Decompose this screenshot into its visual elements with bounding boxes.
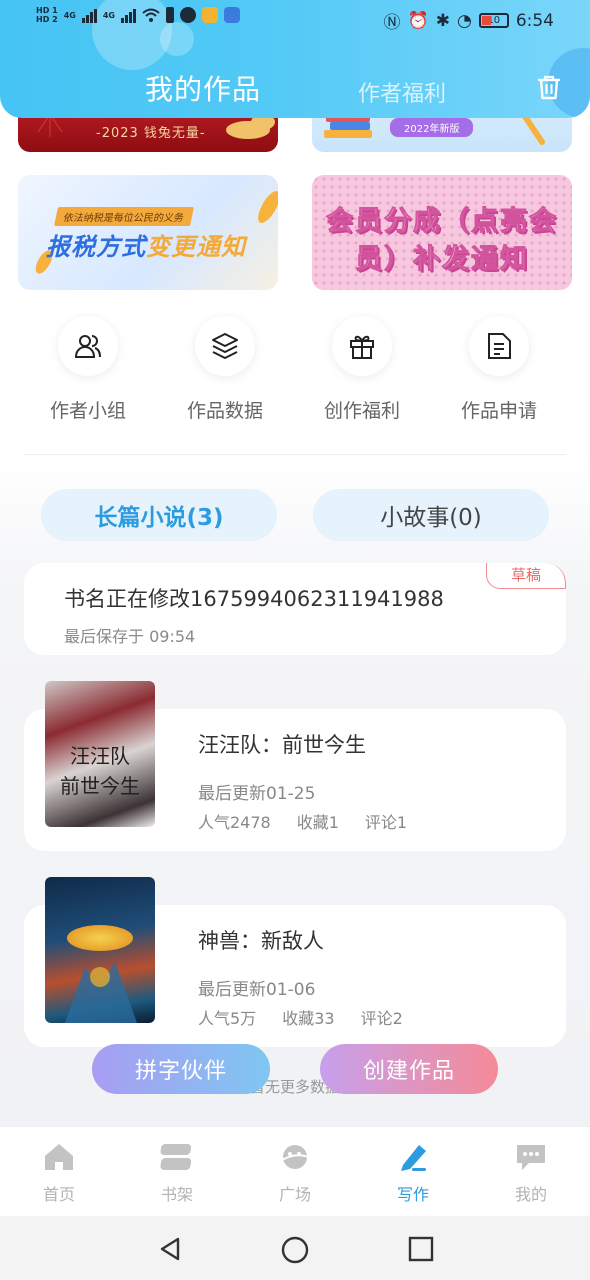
recents-icon[interactable] bbox=[408, 1236, 434, 1262]
novel-cover[interactable] bbox=[45, 877, 155, 1023]
nav-square[interactable]: 广场 bbox=[255, 1141, 335, 1205]
novel-title: 汪汪队：前世今生 bbox=[198, 733, 366, 757]
hd-indicator: HD 1 HD 2 bbox=[36, 6, 58, 24]
status-bar: HD 1 HD 2 4G 4G Ⓝ ⏰ ✱ ◔ 10 6:54 bbox=[0, 0, 590, 42]
wifi-icon bbox=[142, 8, 160, 22]
partner-button[interactable]: 拼字伙伴 bbox=[92, 1044, 270, 1094]
coin-decoration bbox=[253, 187, 278, 227]
novel-comments: 评论1 bbox=[364, 813, 408, 832]
nav-bookshelf[interactable]: 书架 bbox=[137, 1141, 217, 1205]
banner-pill: 2022年新版 bbox=[390, 118, 474, 137]
alert-icon bbox=[165, 7, 174, 23]
trash-icon[interactable] bbox=[536, 74, 562, 100]
planet-icon bbox=[278, 1145, 312, 1169]
draft-title: 书名正在修改1675994062311941988 bbox=[64, 587, 444, 611]
bottom-navigation: 首页 书架 广场 写作 我的 bbox=[0, 1126, 590, 1216]
nav-mine[interactable]: 我的 bbox=[491, 1141, 571, 1205]
alarm-icon: ⏰ bbox=[407, 10, 429, 31]
novel-updated: 最后更新01-06 bbox=[198, 980, 316, 1000]
novel-popularity: 人气2478 bbox=[198, 813, 271, 832]
quick-links: 作者小组 作品数据 创作福利 作品申请 bbox=[20, 312, 570, 432]
signal-icon bbox=[120, 7, 136, 23]
quick-link-work-data[interactable]: 作品数据 bbox=[165, 312, 285, 423]
bluetooth-icon: ✱ bbox=[435, 10, 450, 31]
nfc-icon: Ⓝ bbox=[383, 13, 401, 33]
network-type: 4G bbox=[63, 10, 76, 20]
banner-tax-notice[interactable]: 依法纳税是每位公民的义务 报税方式变更通知 bbox=[18, 175, 278, 290]
nav-home[interactable]: 首页 bbox=[19, 1141, 99, 1205]
app-notification-icon bbox=[201, 7, 218, 23]
speed-icon: ◔ bbox=[456, 10, 472, 31]
tab-my-works[interactable]: 我的作品 bbox=[145, 68, 261, 108]
bookshelf-icon bbox=[160, 1144, 192, 1170]
home-icon bbox=[45, 1144, 73, 1170]
draft-card[interactable]: 书名正在修改1675994062311941988 最后保存于 09:54 草稿 bbox=[24, 563, 566, 655]
system-navigation-bar bbox=[0, 1216, 590, 1280]
tab-long-novel[interactable]: 长篇小说(3) bbox=[41, 489, 277, 541]
tab-short-story[interactable]: 小故事(0) bbox=[313, 489, 549, 541]
app-notification-icon bbox=[223, 7, 240, 23]
cover-illustration bbox=[65, 962, 137, 1023]
novel-comments: 评论2 bbox=[360, 1009, 403, 1028]
create-work-button[interactable]: 创建作品 bbox=[320, 1044, 498, 1094]
cover-text: 汪汪队 前世今生 bbox=[60, 744, 140, 798]
novel-cover[interactable]: 汪汪队 前世今生 bbox=[45, 681, 155, 827]
users-icon bbox=[74, 335, 101, 358]
battery-icon: 10 bbox=[478, 13, 509, 28]
novel-favorites: 收藏1 bbox=[296, 813, 339, 832]
draft-saved-time: 最后保存于 09:54 bbox=[64, 627, 196, 646]
back-icon[interactable] bbox=[157, 1236, 183, 1262]
quick-link-creation-benefits[interactable]: 创作福利 bbox=[302, 312, 422, 423]
tab-author-benefits[interactable]: 作者福利 bbox=[358, 76, 446, 108]
no-more-data: 暂无更多数据 bbox=[249, 1078, 340, 1096]
banner-title: 报税方式变更通知 bbox=[46, 233, 246, 261]
document-icon bbox=[488, 333, 511, 359]
pen-icon bbox=[401, 1145, 426, 1171]
novel-popularity: 人气5万 bbox=[198, 1009, 257, 1028]
banner-title-line1: 会员分成（点亮会 bbox=[326, 206, 558, 238]
quick-link-author-group[interactable]: 作者小组 bbox=[28, 312, 148, 423]
gift-icon bbox=[350, 335, 374, 359]
app-header: HD 1 HD 2 4G 4G Ⓝ ⏰ ✱ ◔ 10 6:54 我的作品 作者福利 bbox=[0, 0, 590, 118]
novel-updated: 最后更新01-25 bbox=[198, 784, 316, 804]
nav-write[interactable]: 写作 bbox=[373, 1141, 453, 1205]
clock: 6:54 bbox=[515, 10, 554, 31]
signal-icon bbox=[81, 7, 97, 23]
banner-subtitle: 依法纳税是每位公民的义务 bbox=[53, 207, 195, 226]
home-circle-icon[interactable] bbox=[281, 1236, 309, 1264]
chat-bubble-icon bbox=[517, 1145, 545, 1170]
banner-title-line2: 员）补发通知 bbox=[355, 244, 529, 276]
novel-favorites: 收藏33 bbox=[282, 1009, 335, 1028]
banner-text: -2023 钱兔无量- bbox=[96, 126, 206, 141]
quick-link-work-application[interactable]: 作品申请 bbox=[439, 312, 559, 423]
banner-member-notice[interactable]: 会员分成（点亮会 员）补发通知 bbox=[312, 175, 572, 290]
network-type: 4G bbox=[102, 10, 115, 20]
message-icon bbox=[179, 7, 196, 23]
layers-icon bbox=[212, 333, 238, 359]
draft-badge: 草稿 bbox=[486, 563, 566, 589]
novel-title: 神兽：新敌人 bbox=[198, 929, 324, 953]
